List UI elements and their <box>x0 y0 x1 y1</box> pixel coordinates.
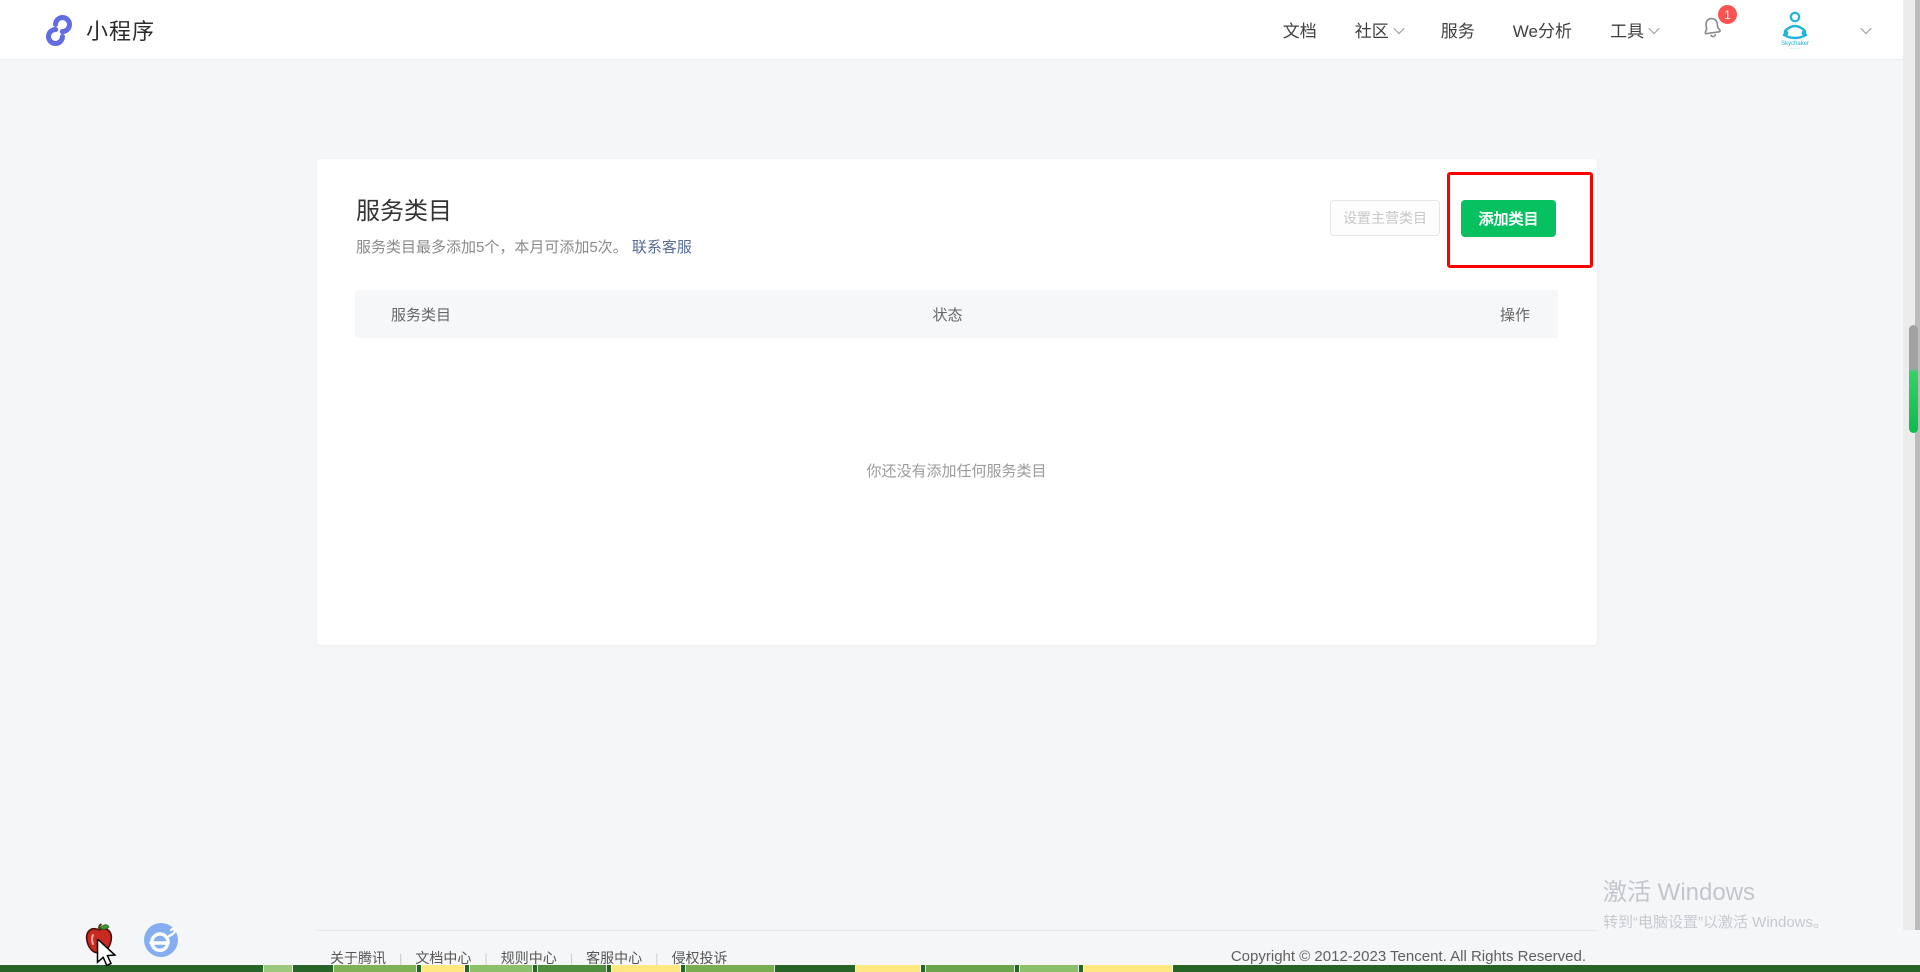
copyright-text: Copyright © 2012-2023 Tencent. All Right… <box>1231 948 1586 965</box>
background-cell <box>611 965 681 972</box>
scrollbar-thumb[interactable] <box>1909 325 1918 433</box>
nav-item-tools[interactable]: 工具 <box>1610 17 1658 42</box>
watermark-title: 激活 Windows <box>1603 872 1828 907</box>
nav-label: 社区 <box>1355 17 1389 42</box>
separator: | <box>399 951 402 966</box>
brand-title: 小程序 <box>86 14 155 46</box>
contact-support-link[interactable]: 联系客服 <box>632 239 692 256</box>
svg-text:·········: ········· <box>1790 47 1800 51</box>
background-window-strip <box>0 965 1920 972</box>
page-title: 服务类目 <box>356 191 452 226</box>
background-cell <box>537 965 607 972</box>
avatar-image: Skychaker ········· <box>1778 9 1812 51</box>
category-table: 服务类目 状态 操作 你还没有添加任何服务类目 <box>355 290 1558 481</box>
background-cell <box>925 965 1015 972</box>
footer-divider <box>317 930 1597 931</box>
page-subtitle: 服务类目最多添加5个，本月可添加5次。 联系客服 <box>356 236 692 257</box>
nav-item-community[interactable]: 社区 <box>1355 17 1403 42</box>
empty-state-text: 你还没有添加任何服务类目 <box>355 338 1558 481</box>
background-cell <box>333 965 417 972</box>
column-header-actions: 操作 <box>1468 304 1558 325</box>
brand: 小程序 <box>40 12 155 48</box>
subtitle-text: 服务类目最多添加5个，本月可添加5次。 <box>356 239 628 256</box>
nav-label: 工具 <box>1610 17 1644 42</box>
nav-item-service[interactable]: 服务 <box>1441 17 1475 42</box>
chevron-down-icon <box>1393 22 1404 33</box>
table-header-row: 服务类目 状态 操作 <box>355 290 1558 338</box>
separator: | <box>570 951 573 966</box>
nav-item-we-analysis[interactable]: We分析 <box>1513 17 1572 42</box>
top-navbar: 小程序 文档 社区 服务 We分析 工具 1 <box>0 0 1920 60</box>
notification-bell-button[interactable]: 1 <box>1700 14 1724 45</box>
ie-browser-icon[interactable] <box>143 922 179 958</box>
windows-activation-watermark: 激活 Windows 转到“电脑设置”以激活 Windows。 <box>1603 872 1828 932</box>
background-cell <box>1083 965 1173 972</box>
watermark-subtitle: 转到“电脑设置”以激活 Windows。 <box>1603 911 1828 932</box>
chevron-down-icon <box>1648 22 1659 33</box>
set-main-category-button[interactable]: 设置主营类目 <box>1330 200 1440 236</box>
column-header-category: 服务类目 <box>355 304 932 325</box>
background-cell <box>421 965 465 972</box>
background-cell <box>263 965 293 972</box>
background-cell <box>1019 965 1079 972</box>
miniprogram-logo-icon <box>40 12 76 48</box>
notification-badge: 1 <box>1718 5 1737 24</box>
nav-label: 文档 <box>1283 17 1317 42</box>
add-category-button[interactable]: 添加类目 <box>1461 200 1556 237</box>
nav-label: We分析 <box>1513 17 1572 42</box>
user-avatar[interactable]: Skychaker ········· <box>1778 9 1812 51</box>
scrollbar-edge <box>1915 0 1920 930</box>
main-nav: 文档 社区 服务 We分析 工具 1 <box>1283 9 1870 51</box>
account-chevron-icon[interactable] <box>1860 22 1871 33</box>
separator: | <box>655 951 658 966</box>
apple-icon[interactable] <box>83 921 115 957</box>
nav-item-docs[interactable]: 文档 <box>1283 17 1317 42</box>
background-cell <box>685 965 775 972</box>
service-category-card: 服务类目 服务类目最多添加5个，本月可添加5次。 联系客服 设置主营类目 添加类… <box>317 159 1597 645</box>
background-cell <box>469 965 533 972</box>
background-cell <box>855 965 921 972</box>
separator: | <box>484 951 487 966</box>
nav-label: 服务 <box>1441 17 1475 42</box>
column-header-status: 状态 <box>932 304 1468 325</box>
